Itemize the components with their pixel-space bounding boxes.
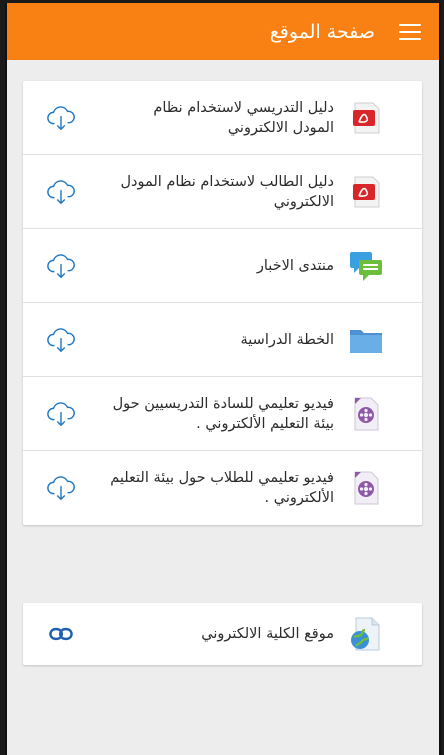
pdf-icon bbox=[348, 100, 384, 136]
cloud-download-icon[interactable] bbox=[45, 398, 77, 430]
resource-title: منتدى الاخبار bbox=[256, 257, 334, 274]
pdf-icon bbox=[348, 174, 384, 210]
resource-list: دليل التدريسي لاستخدام نظام المودل الالك… bbox=[23, 81, 422, 525]
hamburger-menu-icon[interactable] bbox=[399, 23, 421, 40]
resource-title: دليل الطالب لاستخدام نظام المودل الالكتر… bbox=[120, 173, 335, 210]
link-list: موقع الكلية الالكتروني bbox=[23, 603, 422, 665]
page-title: صفحة الموقع bbox=[269, 20, 375, 43]
resource-title: فيديو تعليمي للطلاب حول بيئة التعليم الأ… bbox=[110, 470, 334, 506]
resource-title: الخطة الدراسية bbox=[240, 331, 334, 348]
list-item[interactable]: الخطة الدراسية bbox=[23, 303, 422, 377]
app-frame: صفحة الموقع دليل التدريسي لاستخدام نظام … bbox=[5, 3, 441, 755]
url-globe-icon bbox=[348, 616, 384, 652]
list-item[interactable]: موقع الكلية الالكتروني bbox=[23, 603, 422, 665]
list-item[interactable]: منتدى الاخبار bbox=[23, 229, 422, 303]
cloud-download-icon[interactable] bbox=[45, 324, 77, 356]
resource-title: دليل التدريسي لاستخدام نظام المودل الالك… bbox=[153, 99, 334, 136]
list-item[interactable]: دليل التدريسي لاستخدام نظام المودل الالك… bbox=[23, 81, 422, 155]
cloud-download-icon[interactable] bbox=[45, 250, 77, 282]
folder-icon bbox=[348, 322, 384, 358]
list-item[interactable]: دليل الطالب لاستخدام نظام المودل الالكتر… bbox=[23, 155, 422, 229]
link-title: موقع الكلية الالكتروني bbox=[201, 626, 334, 642]
cloud-download-icon[interactable] bbox=[45, 102, 77, 134]
link-icon[interactable] bbox=[45, 618, 77, 650]
list-item[interactable]: فيديو تعليمي للطلاب حول بيئة التعليم الأ… bbox=[23, 451, 422, 525]
list-item[interactable]: فيديو تعليمي للسادة التدريسيين حول بيئة … bbox=[23, 377, 422, 451]
cloud-download-icon[interactable] bbox=[45, 176, 77, 208]
resource-title: فيديو تعليمي للسادة التدريسيين حول بيئة … bbox=[112, 395, 334, 432]
video-icon bbox=[348, 470, 384, 506]
cloud-download-icon[interactable] bbox=[45, 472, 77, 504]
forum-icon bbox=[348, 248, 384, 284]
video-icon bbox=[348, 396, 384, 432]
app-bar: صفحة الموقع bbox=[7, 3, 439, 60]
